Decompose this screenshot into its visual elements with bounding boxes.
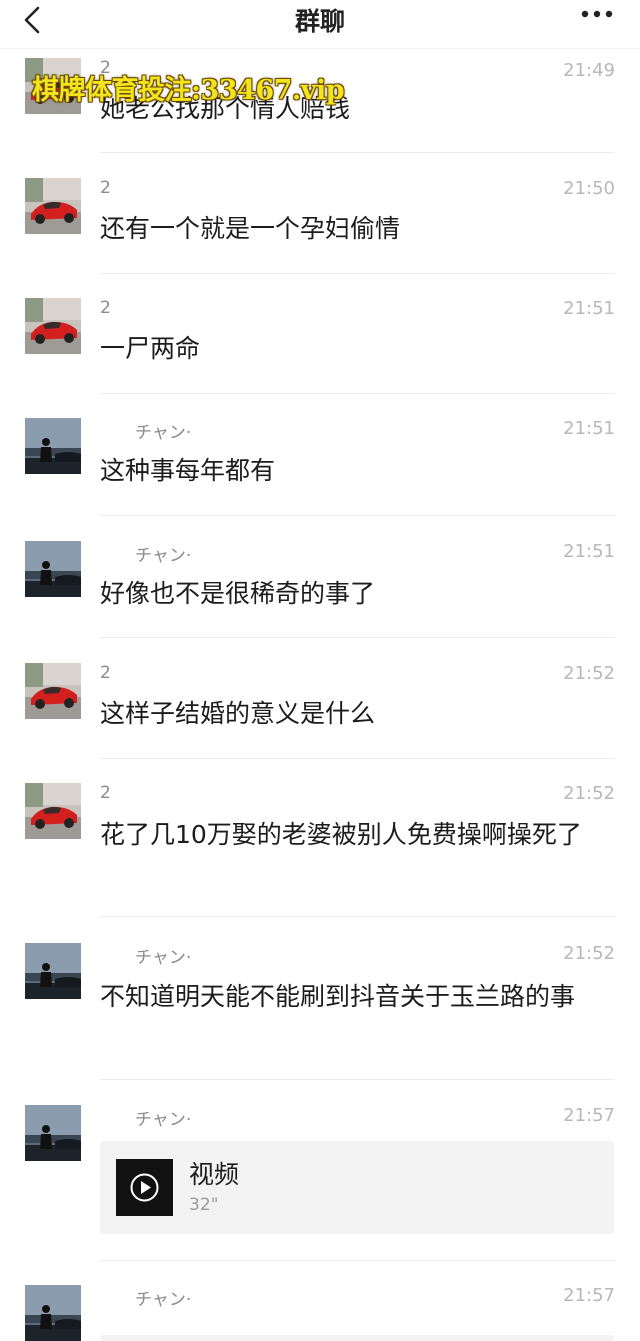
video-message-card[interactable]: 视频 32" (100, 1141, 614, 1234)
avatar[interactable] (25, 1285, 81, 1341)
message-time: 21:52 (563, 943, 615, 964)
message-time: 21:57 (563, 1105, 615, 1126)
message-time: 21:49 (563, 60, 615, 81)
avatar[interactable] (25, 943, 81, 999)
message-time: 21:51 (563, 541, 615, 562)
avatar[interactable] (25, 178, 81, 234)
sender-name: 2 (100, 783, 111, 803)
divider (100, 273, 615, 274)
video-title: 视频 (189, 1160, 240, 1189)
sender-name: チャン· (135, 1290, 192, 1310)
sender-name: 2 (100, 178, 111, 198)
message-time: 21:52 (563, 783, 615, 804)
message-time: 21:57 (563, 1285, 615, 1306)
message-time: 21:51 (563, 418, 615, 439)
divider (100, 152, 615, 153)
watermark: 棋牌体育投注:33467.vip (32, 75, 345, 106)
sender-name: 2 (100, 663, 111, 683)
message-text: 这样子结婚的意义是什么 (100, 699, 376, 728)
message-text: 不知道明天能不能刷到抖音关于玉兰路的事 (100, 982, 576, 1011)
message-text: 一尸两命 (100, 334, 201, 363)
divider (100, 916, 615, 917)
avatar[interactable] (25, 663, 81, 719)
message-text: 花了几10万娶的老婆被别人免费操啊操死了 (100, 820, 582, 849)
divider (100, 1260, 615, 1261)
message-time: 21:52 (563, 663, 615, 684)
message-time: 21:51 (563, 298, 615, 319)
video-thumbnail[interactable] (116, 1159, 173, 1216)
message-time: 21:50 (563, 178, 615, 199)
divider (100, 515, 615, 516)
top-bar: 群聊 (0, 0, 640, 49)
sender-name: チャン· (135, 423, 192, 443)
avatar[interactable] (25, 298, 81, 354)
video-duration: 32" (189, 1195, 219, 1215)
sender-name: 2 (100, 298, 111, 318)
divider (100, 1079, 615, 1080)
avatar[interactable] (25, 541, 81, 597)
message-text: 好像也不是很稀奇的事了 (100, 579, 376, 608)
play-icon (130, 1173, 159, 1202)
divider (100, 393, 615, 394)
sender-name: チャン· (135, 546, 192, 566)
avatar[interactable] (25, 418, 81, 474)
page-title: 群聊 (294, 7, 345, 36)
more-options-icon[interactable] (580, 8, 614, 20)
sender-name: チャン· (135, 1110, 192, 1130)
avatar[interactable] (25, 783, 81, 839)
message-text: 还有一个就是一个孕妇偷情 (100, 214, 401, 243)
divider (100, 758, 615, 759)
divider (100, 637, 615, 638)
avatar[interactable] (25, 1105, 81, 1161)
message-text: 这种事每年都有 (100, 456, 276, 485)
message-card-partial[interactable] (100, 1335, 614, 1341)
sender-name: チャン· (135, 948, 192, 968)
